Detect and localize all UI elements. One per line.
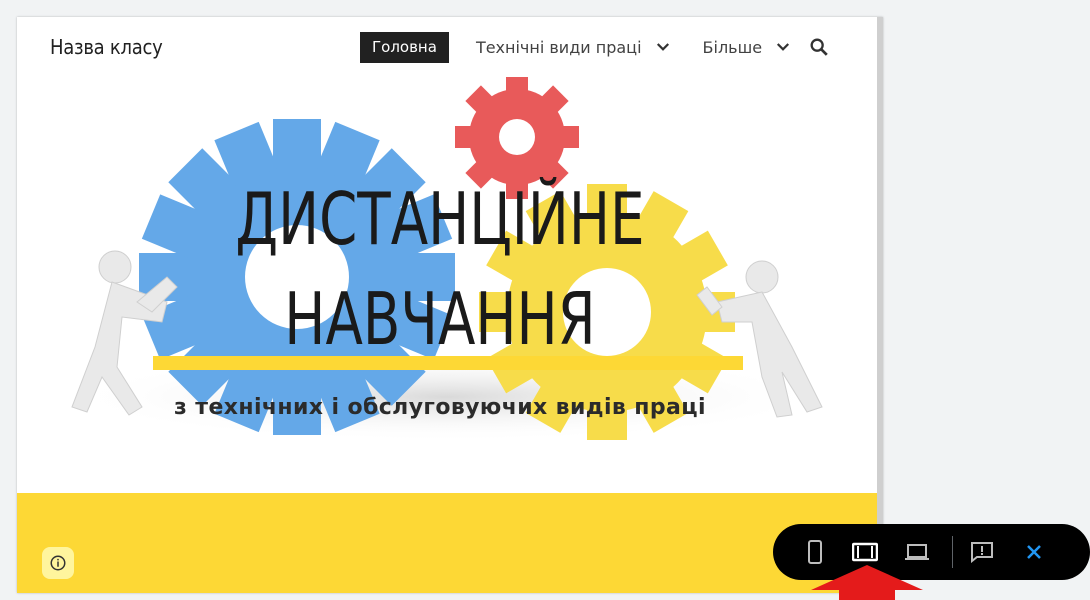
title-underline <box>153 356 743 370</box>
search-icon[interactable] <box>808 36 830 58</box>
chevron-down-icon[interactable] <box>654 38 672 56</box>
hero-title-line2: НАВЧАННЯ <box>284 277 596 361</box>
laptop-icon <box>905 544 929 560</box>
site-title[interactable]: Назва класу <box>50 35 163 59</box>
phone-view-button[interactable] <box>802 539 828 565</box>
info-icon <box>50 555 66 571</box>
nav-item-label: Технічні види праці <box>475 37 642 57</box>
hero-title-line1: ДИСТАНЦІЙНЕ <box>235 177 645 261</box>
nav-item-technical[interactable]: Технічні види праці <box>476 38 672 57</box>
close-icon <box>1027 545 1041 559</box>
feedback-icon <box>971 542 993 563</box>
toolbar-divider <box>952 536 953 568</box>
nav-item-more[interactable]: Більше <box>703 38 793 57</box>
nav-item-label: Більше <box>702 37 763 57</box>
phone-icon <box>808 540 822 564</box>
site-preview-frame: Назва класу Головна Технічні види праці … <box>17 17 883 593</box>
hero-subtitle: з технічних і обслуговуючих видів праці <box>174 395 706 420</box>
hero-banner: ДИСТАНЦІЙНЕ НАВЧАННЯ з технічних і обслу… <box>17 77 877 497</box>
info-button[interactable] <box>42 547 74 579</box>
chevron-down-icon[interactable] <box>774 38 792 56</box>
feedback-button[interactable] <box>969 539 995 565</box>
tablet-view-button[interactable] <box>852 539 878 565</box>
nav-item-home[interactable]: Головна <box>360 31 449 63</box>
tablet-icon <box>852 542 878 562</box>
main-nav: Головна Технічні види праці Більше <box>360 31 830 63</box>
laptop-view-button[interactable] <box>904 539 930 565</box>
yellow-section <box>17 493 877 593</box>
close-preview-button[interactable] <box>1021 539 1047 565</box>
red-arrow-indicator <box>811 565 923 600</box>
